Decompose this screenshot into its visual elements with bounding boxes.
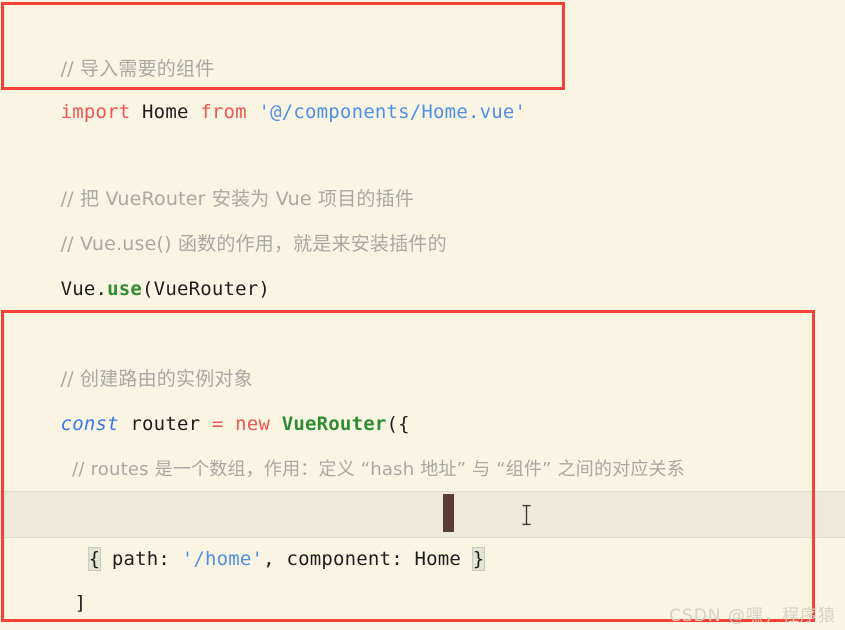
code-line-route-object[interactable]: { path: '/home', component: Home } xyxy=(0,491,845,571)
argument-vuerouter: (VueRouter) xyxy=(142,278,271,300)
code-line-use-comment-1[interactable]: // 把 VueRouter 安装为 Vue 项目的插件 xyxy=(0,132,845,210)
identifier-home: Home xyxy=(130,101,201,123)
code-editor-screenshot: // 导入需要的组件 import Home from '@/component… xyxy=(0,0,845,630)
code-line-router-comment[interactable]: // 创建路由的实例对象 xyxy=(0,312,845,390)
code-line-routes-open[interactable]: routes: [ xyxy=(0,447,845,525)
code-line-use-comment-2[interactable]: // Vue.use() 函数的作用，就是来安装插件的 xyxy=(0,177,845,255)
csdn-watermark: CSDN @嘿，程序猿 xyxy=(669,606,836,626)
i-beam-pointer xyxy=(520,503,533,527)
keyword-import: import xyxy=(60,101,131,123)
code-line-routes-comment[interactable]: // routes 是一个数组，作用：定义 “hash 地址” 与 “组件” 之… xyxy=(0,402,845,480)
code-line-import-comment[interactable]: // 导入需要的组件 xyxy=(0,2,845,80)
method-use: use xyxy=(107,278,143,300)
text-caret xyxy=(443,494,454,532)
code-line-import[interactable]: import Home from '@/components/Home.vue' xyxy=(0,45,845,123)
keyword-from: from xyxy=(200,101,247,123)
string-module-path: '@/components/Home.vue' xyxy=(258,101,527,123)
code-line-vue-use[interactable]: Vue.use(VueRouter) xyxy=(0,222,845,300)
code-line-const-router[interactable]: const router = new VueRouter({ xyxy=(0,357,845,435)
object-vue: Vue. xyxy=(60,278,108,300)
code-line-routes-close[interactable]: ] xyxy=(0,536,845,614)
